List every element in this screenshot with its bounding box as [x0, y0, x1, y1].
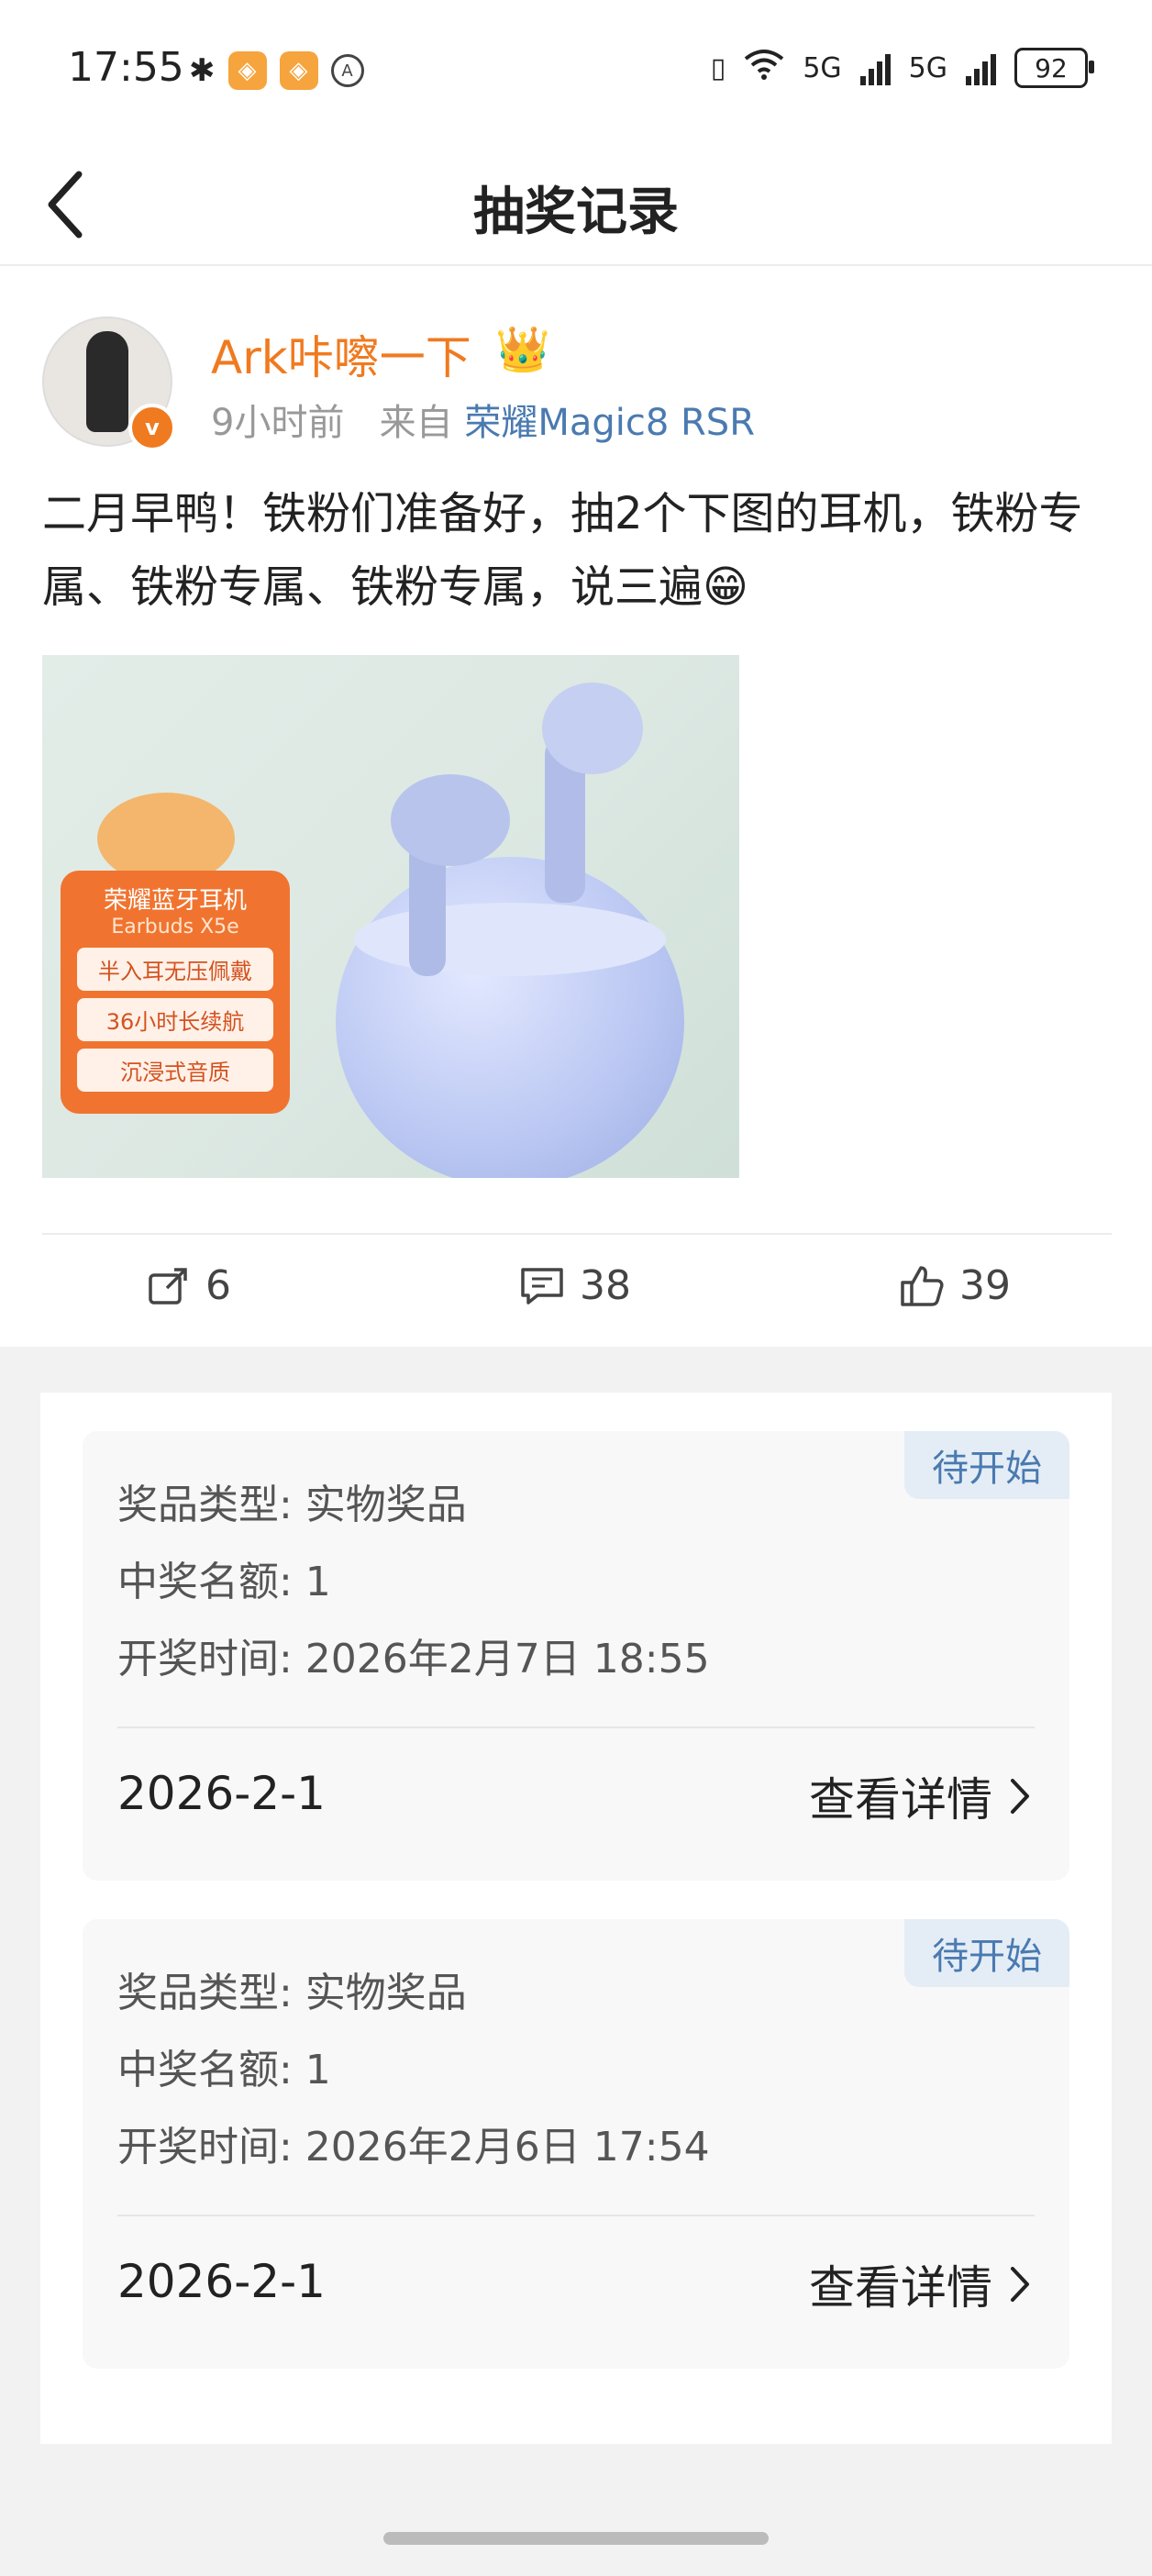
like-button[interactable]: 39: [899, 1262, 1011, 1309]
status-badge: 待开始: [904, 1431, 1069, 1499]
signal-label: 5G: [803, 51, 842, 84]
record-date: 2026-2-1: [117, 2255, 326, 2308]
status-time: 17:55: [68, 44, 184, 91]
verified-badge-icon: v: [128, 404, 176, 451]
status-bar: 17:55 ✱ ◈ ◈ A ▯ 5G 5G 92: [0, 0, 1152, 147]
earbud-illustration: [542, 683, 643, 774]
lottery-records-panel: 待开始 奖品类型: 实物奖品 中奖名额: 1 开奖时间: 2026年2月7日 1…: [40, 1393, 1112, 2444]
vibrate-icon: ▯: [710, 51, 726, 84]
post-text: 二月早鸭！铁粉们准备好，抽2个下图的耳机，铁粉专属、铁粉专属、铁粉专属，说三遍😁: [42, 488, 1083, 613]
status-badge: 待开始: [904, 1919, 1069, 1987]
record-date: 2026-2-1: [117, 1767, 326, 1820]
status-right-icons: ▯ 5G 5G 92: [710, 48, 1094, 88]
promo-tag: 36小时长续航: [77, 998, 273, 1041]
promo-tag: 沉浸式音质: [77, 1049, 273, 1092]
thumbs-up-icon: [901, 1265, 944, 1306]
winner-count: 中奖名额: 1: [117, 2047, 331, 2093]
comment-count: 38: [580, 1262, 631, 1309]
username[interactable]: Ark咔嚓一下: [211, 321, 471, 387]
promo-title: 荣耀蓝牙耳机: [103, 887, 247, 915]
app-notification-icon: ◈: [279, 51, 318, 90]
chevron-right-icon: [1011, 2267, 1029, 2302]
crown-badge-icon: 👑: [495, 324, 550, 375]
accessibility-icon: A: [330, 54, 364, 87]
signal-label: 5G: [908, 51, 947, 84]
earbud-illustration: [391, 774, 510, 866]
bluetooth-icon: ✱: [189, 52, 216, 89]
home-indicator[interactable]: [383, 2532, 769, 2545]
post-area: 17:55 ✱ ◈ ◈ A ▯ 5G 5G 92 抽奖记录 v Ark咔嚓一下 …: [0, 0, 1152, 1347]
post-time: 9小时前: [211, 402, 345, 444]
share-icon: [149, 1267, 187, 1305]
signal-icon: [966, 50, 996, 85]
signal-icon: [859, 50, 891, 85]
promo-model: Earbuds X5e: [111, 916, 239, 938]
draw-time: 开奖时间: 2026年2月6日 17:54: [117, 2124, 710, 2171]
divider: [42, 1233, 1112, 1235]
draw-time: 开奖时间: 2026年2月7日 18:55: [117, 1636, 710, 1682]
post-device[interactable]: 荣耀Magic8 RSR: [464, 402, 755, 444]
view-detail-label: 查看详情: [809, 2261, 992, 2315]
view-detail-label: 查看详情: [809, 1773, 992, 1827]
post-source-prefix: 来自: [379, 402, 453, 444]
promo-panel: 荣耀蓝牙耳机 Earbuds X5e 半入耳无压佩戴 36小时长续航 沉浸式音质: [61, 871, 290, 1114]
winner-count: 中奖名额: 1: [117, 1559, 331, 1605]
page-title: 抽奖记录: [473, 183, 679, 242]
nav-bar: 抽奖记录: [0, 147, 1152, 266]
prize-type: 奖品类型: 实物奖品: [117, 1970, 467, 2016]
lottery-record-card: 待开始 奖品类型: 实物奖品 中奖名额: 1 开奖时间: 2026年2月7日 1…: [83, 1431, 1069, 1881]
view-detail-button[interactable]: 查看详情: [809, 1763, 1033, 1829]
battery-icon: 92: [1014, 48, 1094, 88]
post-meta: 9小时前 来自 荣耀Magic8 RSR: [211, 393, 755, 446]
chevron-right-icon: [1011, 1779, 1029, 1814]
lottery-record-card: 待开始 奖品类型: 实物奖品 中奖名额: 1 开奖时间: 2026年2月6日 1…: [83, 1919, 1069, 2369]
promo-tag: 半入耳无压佩戴: [77, 948, 273, 991]
post-actions: 6 38 39: [0, 1248, 1152, 1330]
comment-icon: [521, 1267, 563, 1305]
like-count: 39: [959, 1262, 1011, 1309]
divider: [117, 2215, 1035, 2216]
comment-button[interactable]: 38: [519, 1262, 631, 1309]
repost-button[interactable]: 6: [147, 1262, 231, 1309]
status-left-icons: ✱ ◈ ◈ A: [189, 51, 364, 90]
prize-type: 奖品类型: 实物奖品: [117, 1482, 467, 1528]
wifi-icon: [744, 48, 784, 88]
view-detail-button[interactable]: 查看详情: [809, 2251, 1033, 2317]
divider: [117, 1727, 1035, 1728]
repost-count: 6: [205, 1262, 231, 1309]
post-image[interactable]: 荣耀蓝牙耳机 Earbuds X5e 半入耳无压佩戴 36小时长续航 沉浸式音质: [42, 655, 739, 1178]
app-notification-icon: ◈: [227, 51, 267, 90]
